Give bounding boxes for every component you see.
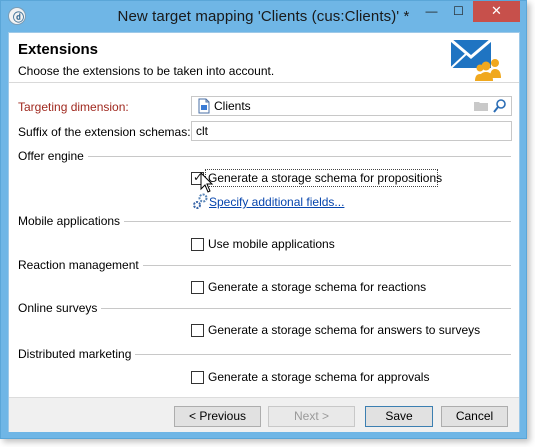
gears-icon — [193, 193, 208, 209]
button-bar: < Previous Next > Save Cancel — [9, 397, 519, 432]
propositions-checkbox-label: Generate a storage schema for propositio… — [208, 171, 443, 185]
page-title: Extensions — [18, 41, 99, 58]
reaction-section: Reaction management — [18, 258, 511, 272]
schema-file-icon — [198, 98, 210, 114]
mouse-cursor-icon — [200, 172, 214, 193]
title-bar[interactable]: ⓓ New target mapping 'Clients (cus:Clien… — [1, 1, 526, 32]
mobile-checkbox-label: Use mobile applications — [208, 237, 335, 251]
distributed-title: Distributed marketing — [18, 347, 136, 361]
distributed-section: Distributed marketing — [18, 347, 511, 361]
offer-engine-section: Offer engine — [18, 149, 511, 163]
maximize-button[interactable]: ☐ — [445, 1, 472, 22]
offer-engine-title: Offer engine — [18, 149, 88, 163]
minimize-button[interactable]: — — [418, 1, 445, 22]
wizard-header: Extensions Choose the extensions to be t… — [9, 33, 519, 83]
targeting-dimension-field[interactable]: Clients — [191, 96, 512, 116]
approvals-checkbox[interactable] — [191, 371, 204, 384]
mobile-title: Mobile applications — [18, 214, 125, 228]
targeting-dimension-value: Clients — [214, 99, 251, 113]
page-subtitle: Choose the extensions to be taken into a… — [18, 64, 275, 78]
reactions-checkbox[interactable] — [191, 281, 204, 294]
previous-button[interactable]: < Previous — [174, 406, 261, 427]
surveys-checkbox-label: Generate a storage schema for answers to… — [208, 323, 481, 337]
approvals-checkbox-label: Generate a storage schema for approvals — [208, 370, 430, 384]
next-button[interactable]: Next > — [268, 406, 355, 427]
dialog-window: ⓓ New target mapping 'Clients (cus:Clien… — [0, 0, 527, 439]
suffix-label: Suffix of the extension schemas: — [18, 125, 191, 139]
magnifier-icon[interactable] — [492, 98, 508, 114]
section-divider — [18, 156, 511, 157]
specify-fields-link[interactable]: Specify additional fields... — [209, 195, 344, 209]
suffix-input[interactable]: clt — [191, 121, 512, 141]
targeting-dimension-label: Targeting dimension: — [18, 100, 129, 114]
close-button[interactable]: ✕ — [473, 1, 520, 22]
surveys-title: Online surveys — [18, 301, 102, 315]
save-button[interactable]: Save — [365, 406, 433, 427]
reaction-title: Reaction management — [18, 258, 143, 272]
envelope-users-icon — [450, 38, 501, 81]
cancel-button[interactable]: Cancel — [441, 406, 508, 427]
surveys-section: Online surveys — [18, 301, 511, 315]
folder-icon[interactable] — [473, 98, 489, 114]
mobile-section: Mobile applications — [18, 214, 511, 228]
reactions-checkbox-label: Generate a storage schema for reactions — [208, 280, 427, 294]
mobile-checkbox[interactable] — [191, 238, 204, 251]
dialog-content: Extensions Choose the extensions to be t… — [8, 32, 520, 432]
surveys-checkbox[interactable] — [191, 324, 204, 337]
